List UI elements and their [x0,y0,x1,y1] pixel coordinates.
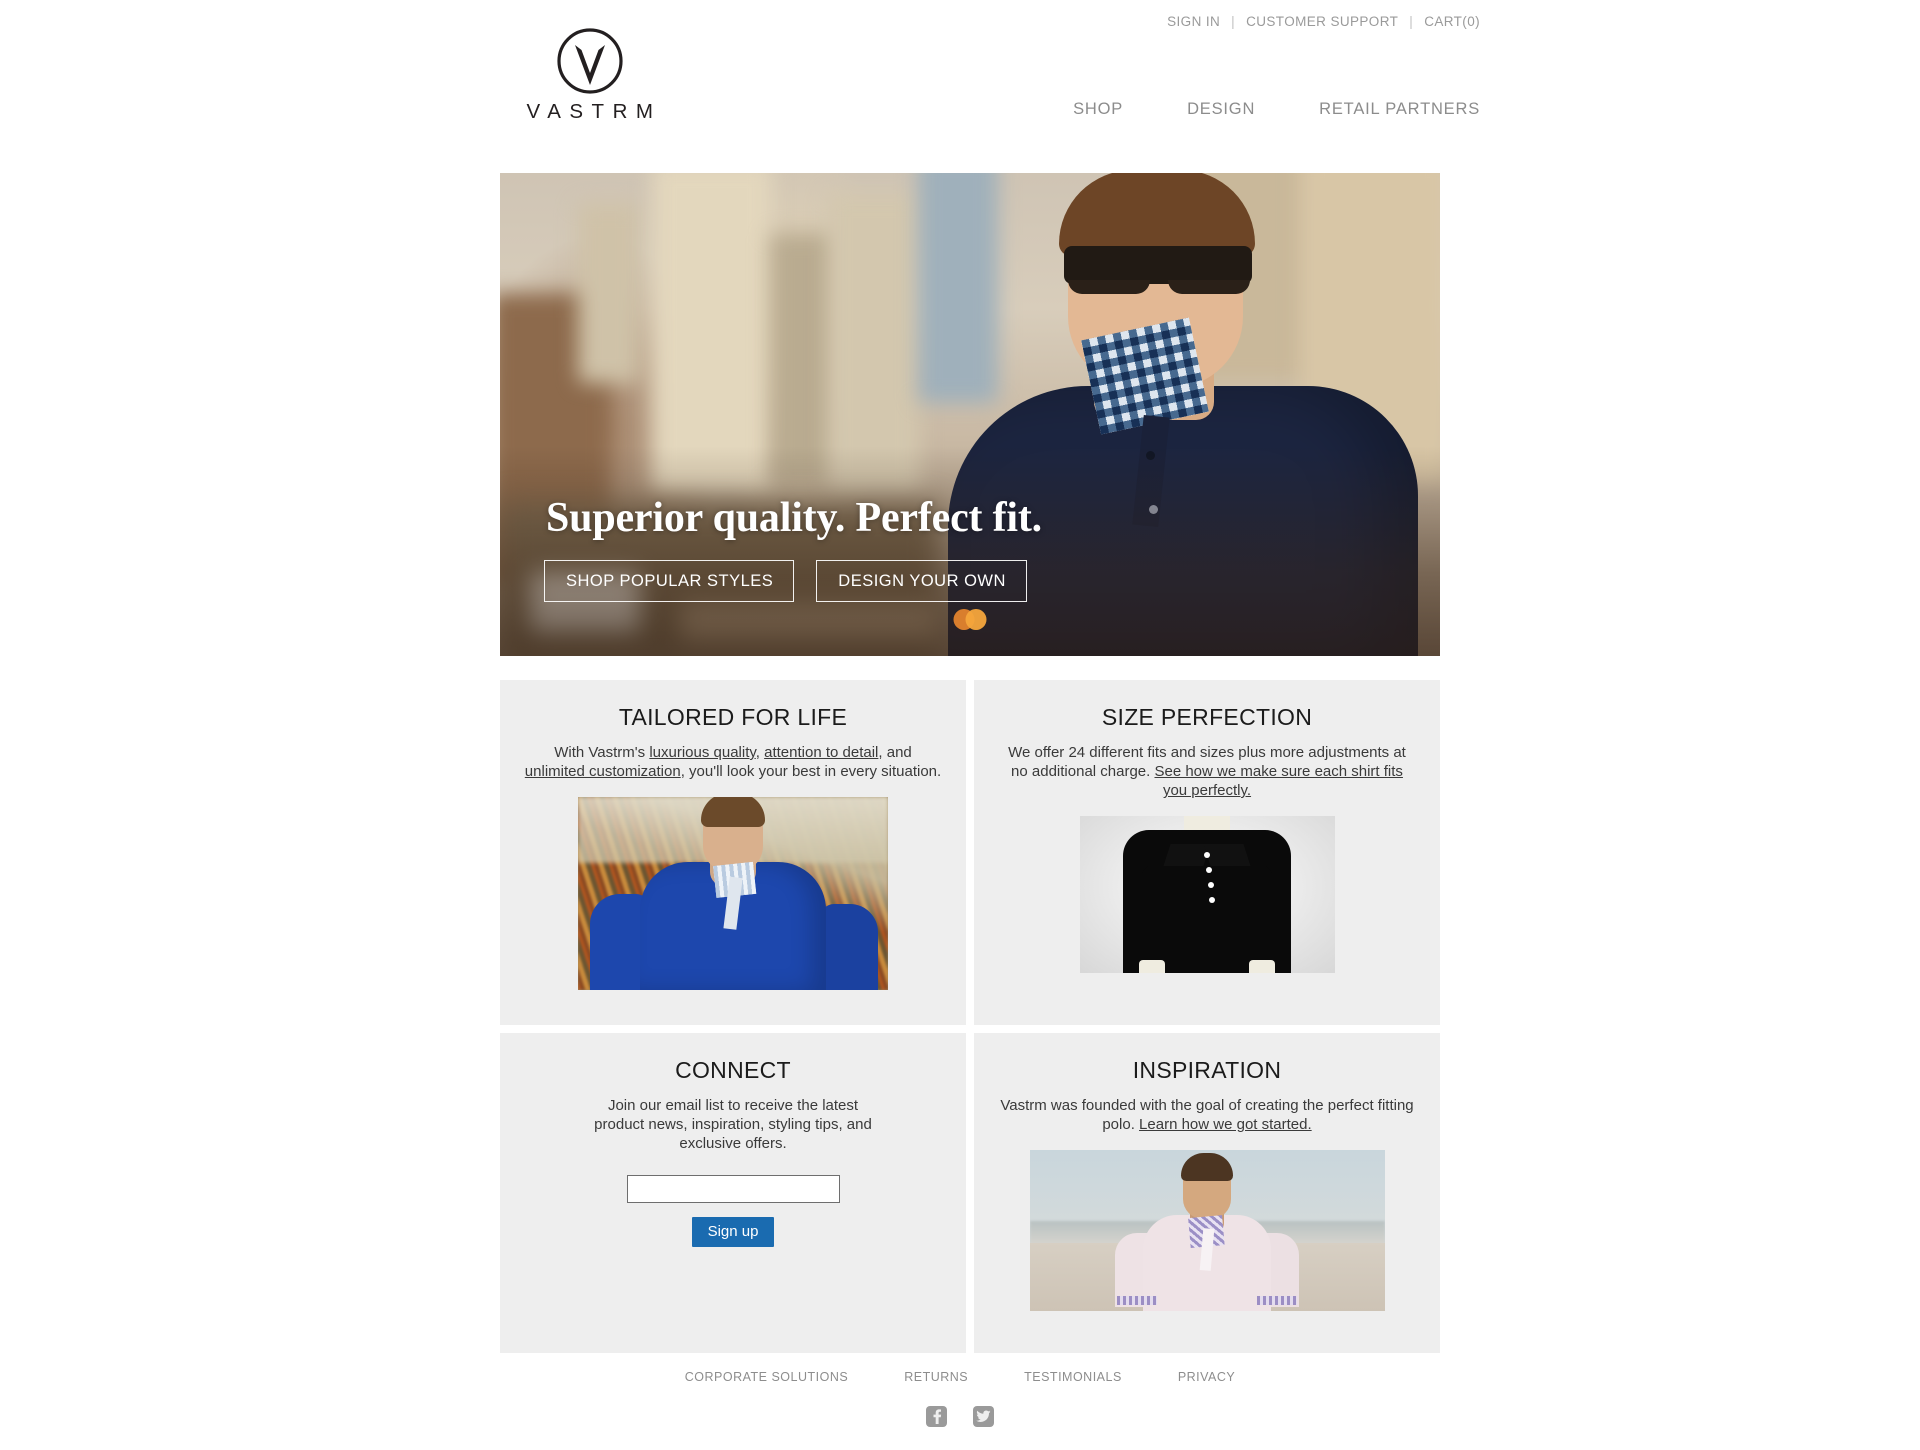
main-nav: SHOP DESIGN RETAIL PARTNERS [1073,100,1480,119]
carousel-dot-2[interactable] [965,609,987,630]
signup-button[interactable]: Sign up [691,1217,775,1247]
building-shape [578,203,640,383]
shop-popular-styles-button[interactable]: SHOP POPULAR STYLES [544,559,795,602]
panel-media-inspiration [998,1150,1416,1311]
footer-links: CORPORATE SOLUTIONS RETURNS TESTIMONIALS… [0,1370,1920,1384]
panel-title-size: SIZE PERFECTION [1101,704,1313,730]
site-footer: CORPORATE SOLUTIONS RETURNS TESTIMONIALS… [0,1370,1920,1427]
footer-link-privacy[interactable]: PRIVACY [1178,1370,1235,1384]
feature-panels: TAILORED FOR LIFE With Vastrm's luxuriou… [500,680,1440,1361]
image-black-polo-mannequin [1079,816,1335,973]
panel-body-inspiration: Vastrm was founded with the goal of crea… [998,1096,1416,1134]
nav-item-retail-partners[interactable]: RETAIL PARTNERS [1319,100,1480,119]
panel-size-perfection: SIZE PERFECTION We offer 24 different fi… [974,680,1440,1025]
social-links [0,1406,1920,1427]
twitter-icon[interactable] [973,1406,994,1427]
panel-title-inspiration: INSPIRATION [1132,1057,1282,1083]
panel-connect: CONNECT Join our email list to receive t… [500,1033,966,1353]
tailored-text-2: , [755,744,765,761]
tailored-text-3: , and [878,744,912,761]
hero-banner: Superior quality. Perfect fit. SHOP POPU… [500,173,1440,656]
link-unlimited-customization[interactable]: unlimited customization [525,763,681,780]
design-your-own-button[interactable]: DESIGN YOUR OWN [816,559,1027,602]
nav-item-design[interactable]: DESIGN [1187,100,1255,119]
image-man-beach-polo [1029,1150,1385,1311]
panel-title-tailored: TAILORED FOR LIFE [618,704,848,730]
site-logo[interactable]: VASTRM [500,26,680,124]
hero-headline: Superior quality. Perfect fit. [546,494,1042,541]
model-hair [1059,173,1255,256]
page-root: SIGN IN | CUSTOMER SUPPORT | CART(0) VAS… [0,0,1920,1450]
tailored-text-4: , you'll look your best in every situati… [680,763,942,780]
footer-link-corporate-solutions[interactable]: CORPORATE SOLUTIONS [685,1370,848,1384]
tailored-text-1: With Vastrm's [554,744,650,761]
sunglasses-lens-left [1068,280,1150,294]
panel-body-connect: Join our email list to receive the lates… [594,1097,872,1152]
sunglasses-icon [1064,246,1252,284]
logo-wordmark: VASTRM [526,100,662,123]
image-man-blue-polo [578,797,888,990]
facebook-icon[interactable] [926,1406,947,1427]
hero-carousel-dots[interactable] [953,609,987,630]
circle-v-monogram-icon [557,28,623,94]
site-header: VASTRM SHOP DESIGN RETAIL PARTNERS [0,0,1920,160]
panel-row-bottom: CONNECT Join our email list to receive t… [500,1033,1440,1353]
footer-link-testimonials[interactable]: TESTIMONIALS [1024,1370,1122,1384]
panel-row-top: TAILORED FOR LIFE With Vastrm's luxuriou… [500,680,1440,1025]
footer-link-returns[interactable]: RETURNS [904,1370,968,1384]
sunglasses-lens-right [1168,280,1250,294]
email-input[interactable] [626,1175,840,1203]
hero-content: Superior quality. Perfect fit. SHOP POPU… [544,494,1042,602]
panel-title-connect: CONNECT [675,1057,791,1083]
panel-inspiration: INSPIRATION Vastrm was founded with the … [974,1033,1440,1353]
panel-tailored-for-life: TAILORED FOR LIFE With Vastrm's luxuriou… [500,680,966,1025]
link-luxurious-quality[interactable]: luxurious quality [649,744,755,761]
panel-body-tailored: With Vastrm's luxurious quality, attenti… [524,743,942,781]
panel-body-size: We offer 24 different fits and sizes plu… [998,743,1416,800]
link-learn-how-we-got-started[interactable]: Learn how we got started. [1139,1116,1312,1133]
hero-button-group: SHOP POPULAR STYLES DESIGN YOUR OWN [544,559,1042,602]
panel-media-tailored [524,797,942,990]
panel-media-size [998,816,1416,973]
link-attention-to-detail[interactable]: attention to detail [764,744,878,761]
nav-item-shop[interactable]: SHOP [1073,100,1123,119]
building-shape [652,173,772,493]
link-see-how-fits[interactable]: See how we make sure each shirt fits you… [1154,763,1402,799]
